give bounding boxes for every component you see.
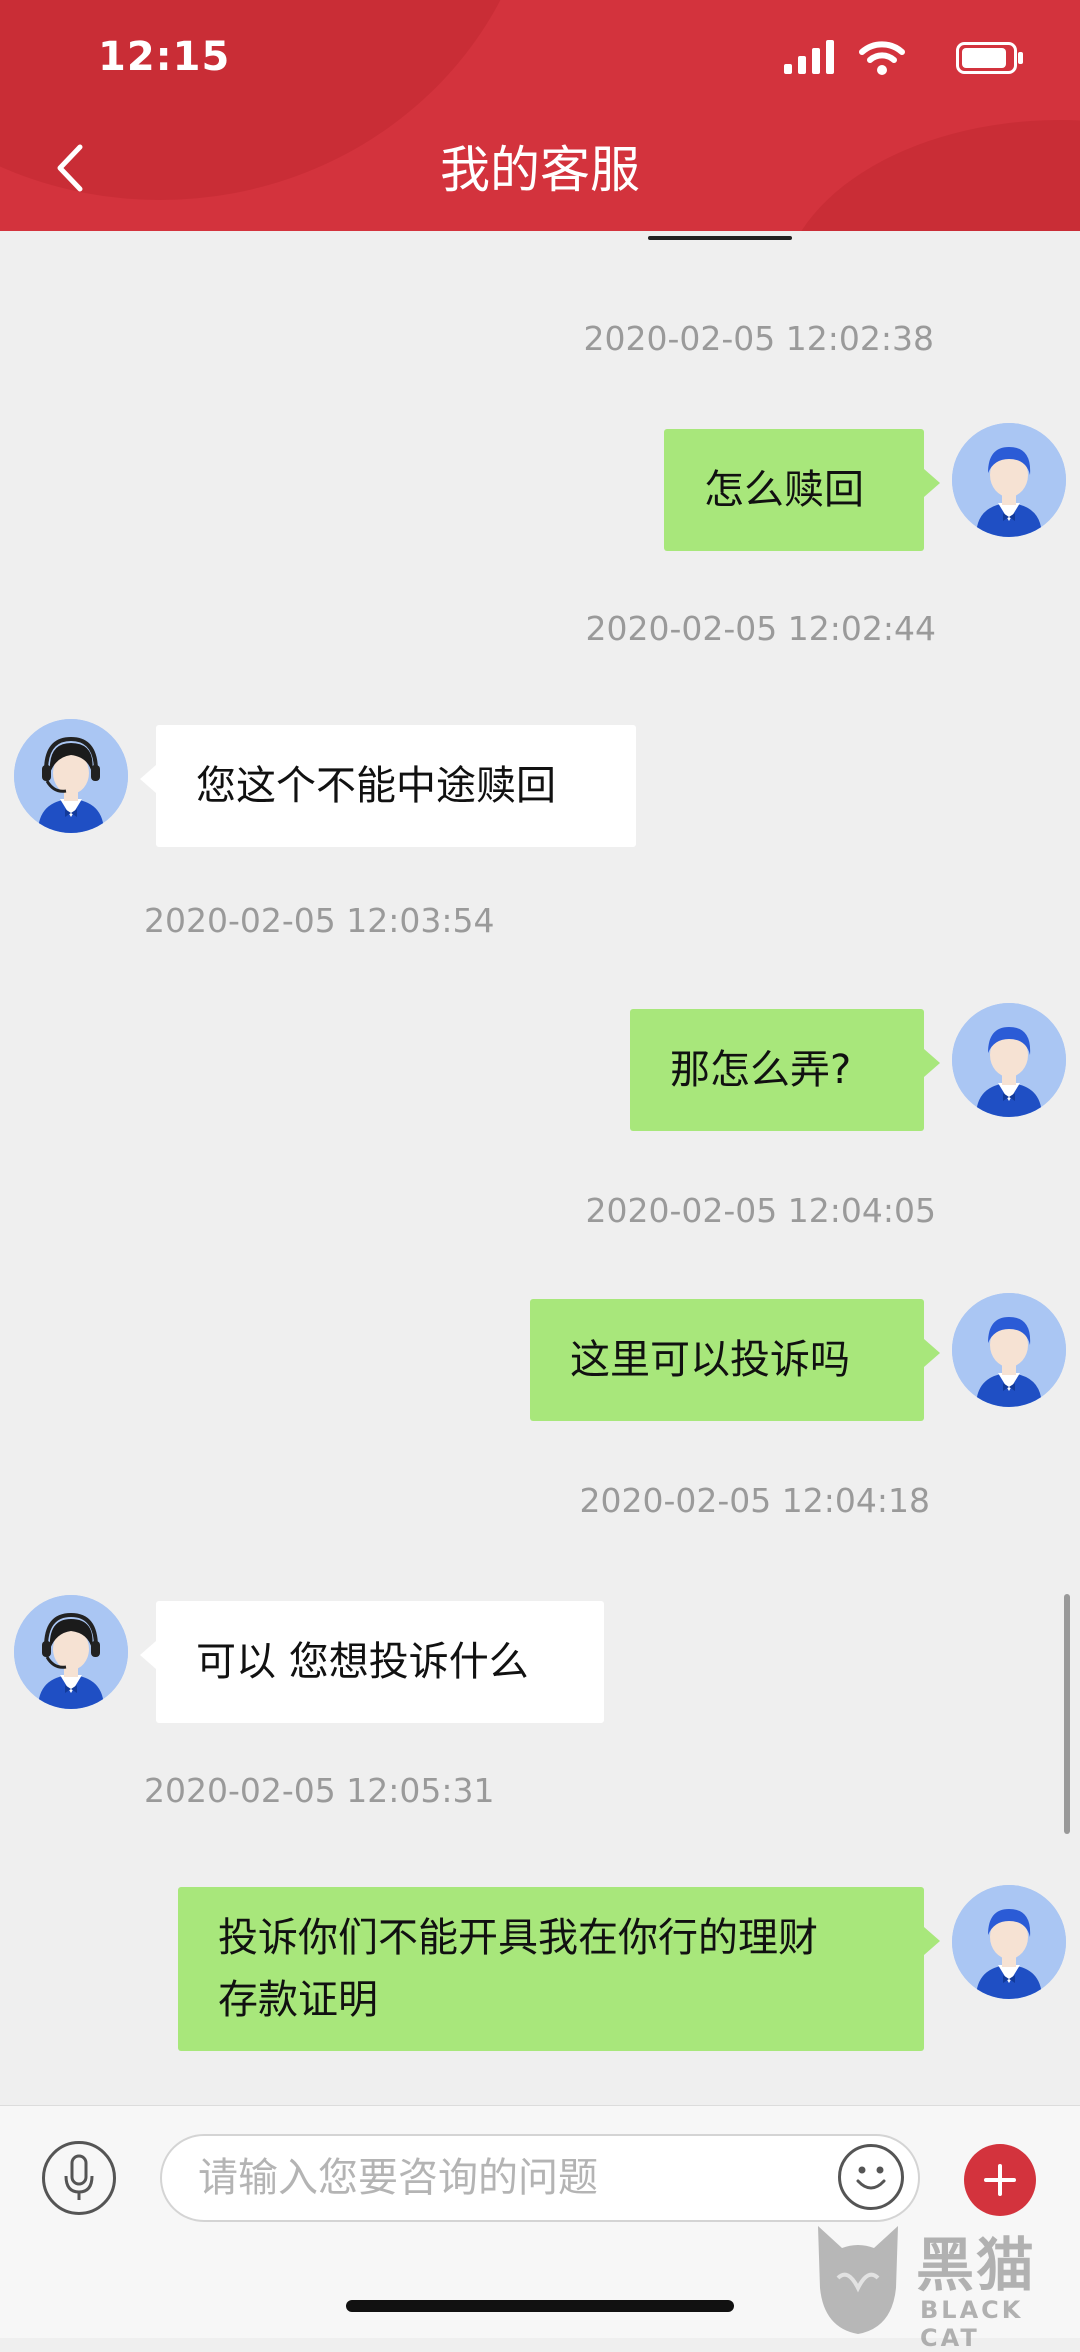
message-timestamp: 2020-02-05 12:02:38 [583, 319, 934, 358]
user-message-bubble[interactable]: 那怎么弄? [630, 1009, 940, 1131]
smiley-icon [856, 2166, 886, 2190]
user-avatar[interactable] [952, 423, 1066, 537]
message-timestamp: 2020-02-05 12:03:54 [144, 901, 495, 940]
user-avatar[interactable] [952, 1003, 1066, 1117]
page-title: 我的客服 [440, 141, 640, 199]
status-icons [764, 40, 1024, 80]
watermark-subtext: BLACK CAT [920, 2296, 1024, 2352]
message-text: 怎么赎回 [704, 467, 864, 513]
agent-avatar[interactable] [14, 719, 128, 833]
user-icon [952, 1885, 1066, 1999]
user-avatar[interactable] [952, 1885, 1066, 1999]
message-text: 这里可以投诉吗 [570, 1337, 850, 1383]
user-message-bubble[interactable]: 这里可以投诉吗 [530, 1299, 940, 1421]
microphone-icon [64, 2154, 94, 2200]
home-indicator[interactable] [346, 2300, 734, 2312]
customer-service-icon [14, 719, 128, 833]
add-button[interactable] [964, 2144, 1036, 2216]
agent-message-bubble[interactable]: 您这个不能中途赎回 [140, 725, 636, 847]
message-timestamp: 2020-02-05 12:02:44 [585, 609, 936, 648]
watermark: 黑猫 BLACK CAT [808, 2218, 1080, 2352]
user-icon [952, 423, 1066, 537]
message-text: 投诉你们不能开具我在你行的理财 [218, 1915, 818, 1961]
message-text: 存款证明 [218, 1977, 378, 2023]
message-text: 那怎么弄? [670, 1047, 852, 1093]
status-time: 12:15 [98, 34, 231, 80]
user-icon [952, 1293, 1066, 1407]
message-timestamp: 2020-02-05 12:05:31 [144, 1771, 495, 1810]
user-icon [952, 1003, 1066, 1117]
signal-icon [784, 40, 834, 74]
user-avatar[interactable] [952, 1293, 1066, 1407]
message-timestamp: 2020-02-05 12:04:05 [585, 1191, 936, 1230]
watermark-text: 黑猫 [916, 2231, 1037, 2299]
user-message-bubble[interactable]: 投诉你们不能开具我在你行的理财 存款证明 [178, 1887, 940, 2051]
message-timestamp: 2020-02-05 12:04:18 [579, 1481, 930, 1520]
chat-area[interactable]: 2020-02-05 12:02:38 怎么赎回 2020-02-05 12:0… [0, 231, 1080, 2105]
message-text: 可以 您想投诉什么 [196, 1639, 529, 1685]
customer-service-icon [14, 1595, 128, 1709]
message-input[interactable] [160, 2134, 920, 2222]
plus-icon [984, 2164, 1016, 2196]
chat-scrollbar[interactable] [1064, 1594, 1070, 1834]
battery-icon [956, 42, 1023, 74]
app-header: 12:15 我的客服 [0, 0, 1080, 231]
message-text: 您这个不能中途赎回 [196, 763, 556, 809]
agent-avatar[interactable] [14, 1595, 128, 1709]
emoji-button[interactable] [838, 2144, 904, 2210]
agent-message-bubble[interactable]: 可以 您想投诉什么 [140, 1601, 604, 1723]
wifi-icon [859, 41, 905, 75]
voice-button[interactable] [42, 2141, 116, 2215]
black-cat-logo [818, 2226, 898, 2334]
user-message-bubble[interactable]: 怎么赎回 [664, 429, 940, 551]
